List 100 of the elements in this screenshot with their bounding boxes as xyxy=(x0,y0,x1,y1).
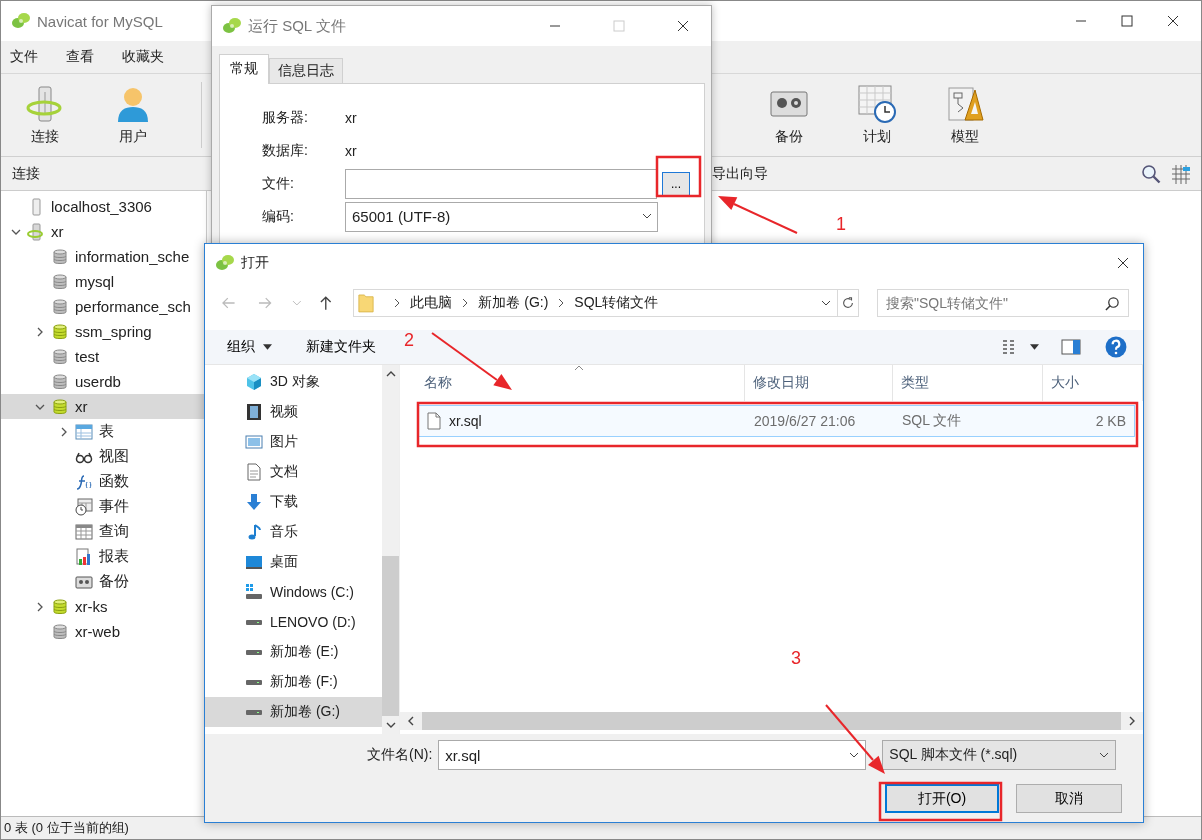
navigation-item[interactable]: Windows (C:) xyxy=(205,577,382,607)
scroll-right-icon[interactable] xyxy=(1129,716,1135,726)
scrollbar[interactable] xyxy=(400,712,1143,730)
drive-icon xyxy=(246,709,262,715)
tree-item[interactable]: 备份 xyxy=(1,569,206,594)
tree-item[interactable]: xr xyxy=(1,219,206,244)
new-folder-button[interactable]: 新建文件夹 xyxy=(296,334,386,360)
toolbar-button[interactable]: 连接 xyxy=(1,84,89,146)
encoding-dropdown[interactable]: 65001 (UTF-8) xyxy=(345,201,658,232)
tab[interactable]: 信息日志 xyxy=(269,58,343,83)
organize-button[interactable]: 组织 xyxy=(217,334,282,360)
chevron-right-icon xyxy=(394,298,401,308)
toolbar-button[interactable]: 用户 xyxy=(89,84,177,146)
refresh-icon xyxy=(840,296,855,310)
scrollbar[interactable] xyxy=(382,365,399,734)
scroll-up-icon[interactable] xyxy=(385,371,396,377)
object-toolbar-label[interactable]: 导出向导 xyxy=(712,164,768,183)
file-type-dropdown[interactable]: SQL 脚本文件 (*.sql) xyxy=(882,740,1117,770)
menu-item[interactable]: 查看 xyxy=(66,48,94,66)
film-icon xyxy=(245,403,263,421)
scroll-left-icon[interactable] xyxy=(408,716,414,726)
tree-item[interactable]: ssm_spring xyxy=(1,319,206,344)
chevron-right-icon[interactable] xyxy=(35,601,45,612)
tree-item[interactable]: xr xyxy=(1,394,206,419)
menu-item[interactable]: 收藏夹 xyxy=(122,48,164,66)
breadcrumb-item[interactable]: 此电脑 xyxy=(410,294,453,312)
step-number: 3 xyxy=(791,648,801,669)
tab[interactable]: 常规 xyxy=(219,54,269,84)
close-icon[interactable] xyxy=(677,20,689,32)
cancel-button[interactable]: 取消 xyxy=(1016,784,1122,813)
field-label: 数据库: xyxy=(262,141,309,160)
tree-item[interactable]: 报表 xyxy=(1,544,206,569)
search-icon[interactable] xyxy=(1141,163,1161,184)
navigation-item[interactable]: 下载 xyxy=(205,487,382,517)
navigation-item[interactable]: LENOVO (D:) xyxy=(205,607,382,637)
address-bar[interactable]: 此电脑 新加卷 (G:) SQL转储文件 xyxy=(353,289,838,317)
close-icon[interactable] xyxy=(1117,257,1129,269)
navigation-item[interactable]: 新加卷 (G:) xyxy=(205,697,382,727)
tree-item[interactable]: 表 xyxy=(1,419,206,444)
menu-item[interactable]: 文件 xyxy=(10,48,38,66)
drive-icon xyxy=(246,679,262,685)
column-header[interactable]: 修改日期 xyxy=(745,365,893,401)
breadcrumb-item[interactable]: SQL转储文件 xyxy=(574,294,659,312)
tree-item[interactable]: information_sche xyxy=(1,244,206,269)
navigation-item[interactable]: 桌面 xyxy=(205,547,382,577)
tree-item[interactable]: test xyxy=(1,344,206,369)
caret-icon xyxy=(849,752,860,758)
search-field[interactable]: 搜索"SQL转储文件" xyxy=(877,289,1129,317)
maximize-icon[interactable] xyxy=(1121,15,1133,27)
caret-icon[interactable] xyxy=(1030,344,1039,350)
bar-chart-icon xyxy=(75,547,93,566)
file-row[interactable]: xr.sql 2019/6/27 21:06 SQL 文件 2 KB xyxy=(418,405,1135,437)
up-arrow-icon[interactable] xyxy=(317,295,334,311)
toolbar-button[interactable]: 计划 xyxy=(833,84,921,146)
tree-item[interactable]: 查询 xyxy=(1,519,206,544)
tree-item[interactable]: userdb xyxy=(1,369,206,394)
grid-view-icon[interactable] xyxy=(1171,163,1191,184)
breadcrumb-item[interactable]: 新加卷 (G:) xyxy=(478,294,549,312)
chevron-right-icon xyxy=(558,298,565,308)
leaf-logo-icon xyxy=(222,16,242,36)
navigation-item[interactable]: 新加卷 (F:) xyxy=(205,667,382,697)
navigation-item[interactable]: 文档 xyxy=(205,457,382,487)
leaf-logo-icon xyxy=(215,253,235,273)
tree-item[interactable]: localhost_3306 xyxy=(1,194,206,219)
browse-button[interactable]: ... xyxy=(662,171,690,196)
column-header[interactable]: 类型 xyxy=(893,365,1043,401)
field-label: 文件: xyxy=(262,174,295,193)
calendar-clock-icon xyxy=(857,84,897,124)
search-icon xyxy=(1105,296,1120,311)
preview-pane-icon[interactable] xyxy=(1061,339,1081,355)
toolbar-button[interactable]: 备份 xyxy=(745,84,833,146)
tree-item[interactable]: mysql xyxy=(1,269,206,294)
close-icon[interactable] xyxy=(1167,15,1179,27)
navigation-item[interactable]: 视频 xyxy=(205,397,382,427)
scroll-down-icon[interactable] xyxy=(385,722,396,728)
navigation-item[interactable]: 图片 xyxy=(205,427,382,457)
toolbar-button[interactable]: 模型 xyxy=(921,84,1009,146)
diagram-ruler-icon xyxy=(945,84,985,124)
chevron-right-icon[interactable] xyxy=(35,326,45,337)
tree-item[interactable]: performance_sch xyxy=(1,294,206,319)
caret-icon xyxy=(263,344,272,350)
picture-icon xyxy=(245,433,263,451)
navigation-item[interactable]: 音乐 xyxy=(205,517,382,547)
navigation-item[interactable]: 3D 对象 xyxy=(205,367,382,397)
tree-item[interactable]: xr-ks xyxy=(1,594,206,619)
open-button[interactable]: 打开(O) xyxy=(885,784,999,813)
navigation-item[interactable]: 新加卷 (E:) xyxy=(205,637,382,667)
tree-item[interactable]: 函数 xyxy=(1,469,206,494)
tree-item[interactable]: xr-web xyxy=(1,619,206,644)
help-icon[interactable] xyxy=(1105,336,1127,358)
file-name-field[interactable]: xr.sql xyxy=(438,740,867,770)
field-label: 编码: xyxy=(262,207,295,226)
caret-icon[interactable] xyxy=(820,300,831,306)
refresh-button[interactable] xyxy=(837,289,859,317)
file-path-field[interactable] xyxy=(345,168,657,199)
tree-item[interactable]: 视图 xyxy=(1,444,206,469)
chevron-right-icon[interactable] xyxy=(59,426,69,437)
column-header[interactable]: 大小 xyxy=(1043,365,1143,401)
dialog-title: 打开 xyxy=(241,254,269,272)
tree-item[interactable]: 事件 xyxy=(1,494,206,519)
